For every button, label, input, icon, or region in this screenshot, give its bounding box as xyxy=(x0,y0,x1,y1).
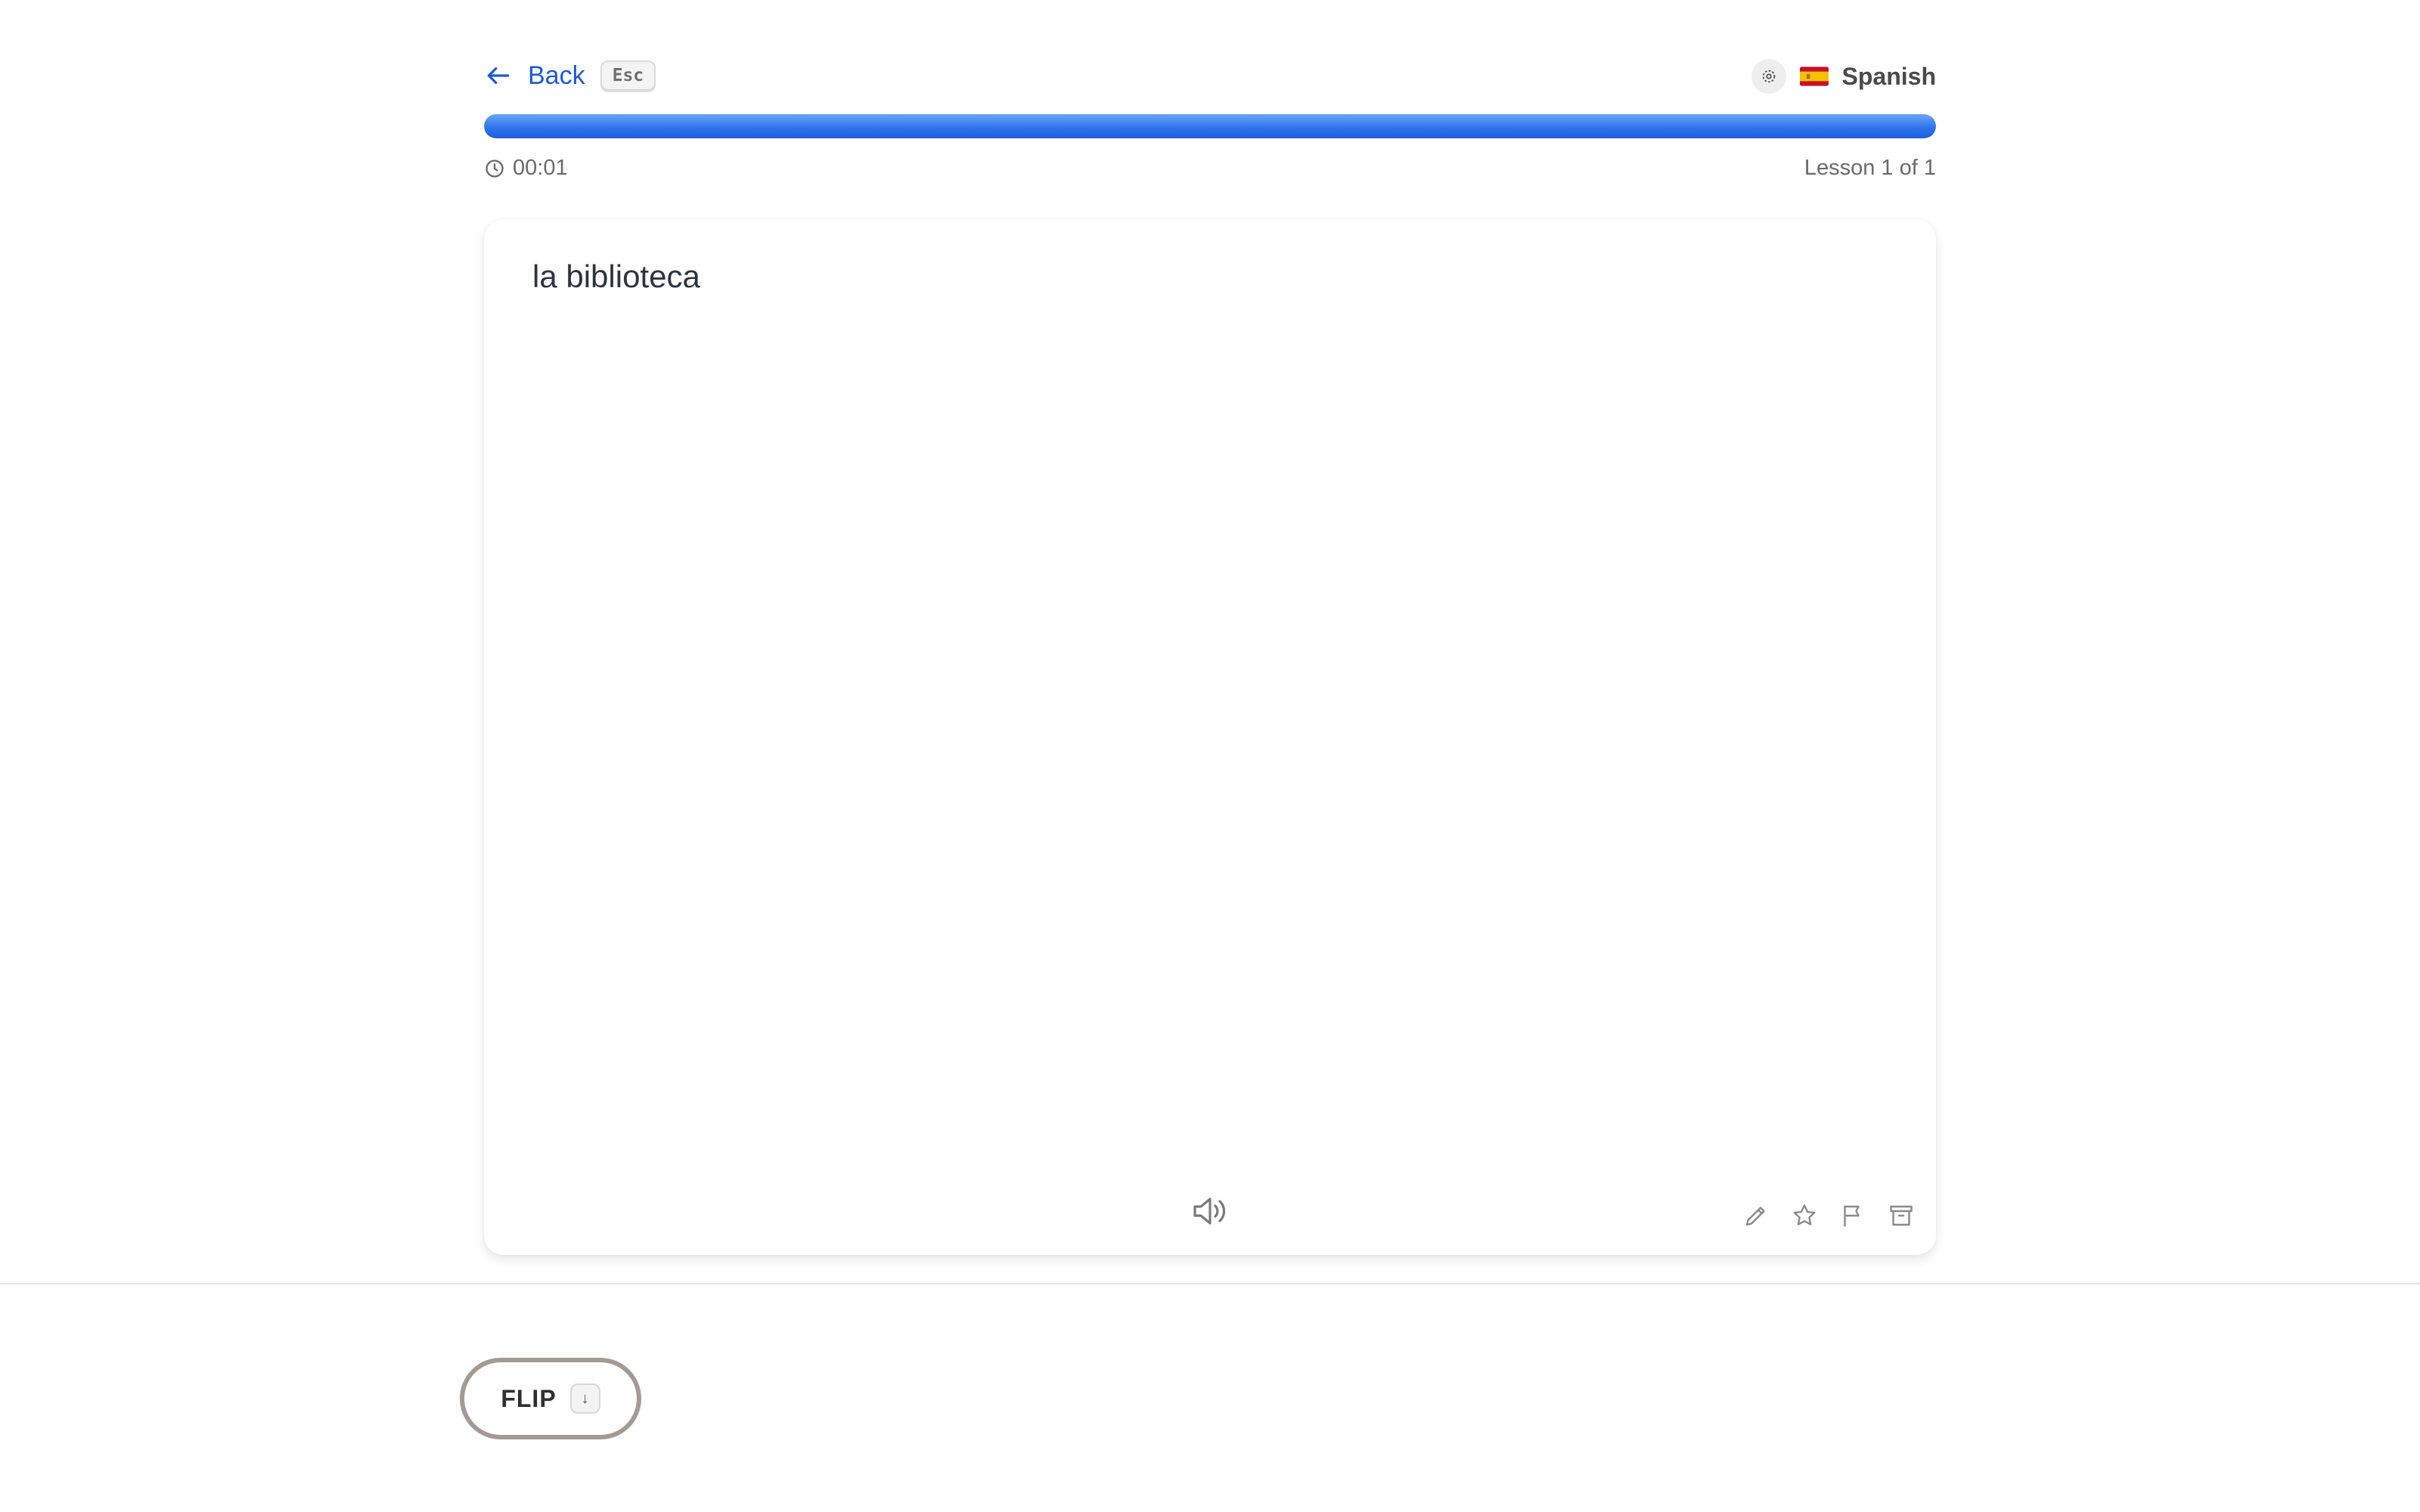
card-toolbar xyxy=(1742,1202,1915,1229)
flip-button[interactable]: FLIP ↓ xyxy=(460,1358,641,1439)
timer-value: 00:01 xyxy=(513,156,568,180)
footer-divider xyxy=(0,1283,2420,1284)
flip-label: FLIP xyxy=(501,1384,557,1412)
language-indicator: Spanish xyxy=(1751,59,1936,94)
flashcard-term: la biblioteca xyxy=(532,259,700,294)
back-label: Back xyxy=(528,60,585,90)
pencil-icon[interactable] xyxy=(1742,1202,1770,1229)
language-name: Spanish xyxy=(1841,62,1936,90)
flag-icon[interactable] xyxy=(1839,1202,1866,1229)
esc-shortcut-badge: Esc xyxy=(600,60,656,91)
spain-flag-icon xyxy=(1799,67,1829,86)
lesson-progress-bar xyxy=(484,114,1936,138)
clock-icon xyxy=(486,159,504,178)
lesson-progress-fill xyxy=(484,114,1936,138)
speaker-icon[interactable] xyxy=(1190,1194,1230,1228)
timer: 00:01 xyxy=(484,156,568,181)
flashcard[interactable]: la biblioteca xyxy=(484,219,1936,1255)
star-icon[interactable] xyxy=(1791,1202,1818,1229)
arrow-left-icon xyxy=(487,67,510,85)
archive-icon[interactable] xyxy=(1888,1202,1915,1229)
back-button[interactable]: Back Esc xyxy=(484,60,656,91)
flashcard-page: Back Esc Spanish 00:01 Lesson 1 of 1 la … xyxy=(0,0,2420,1512)
settings-icon[interactable] xyxy=(1751,59,1786,94)
flip-shortcut-badge: ↓ xyxy=(569,1383,600,1414)
lesson-counter: Lesson 1 of 1 xyxy=(1804,156,1936,180)
